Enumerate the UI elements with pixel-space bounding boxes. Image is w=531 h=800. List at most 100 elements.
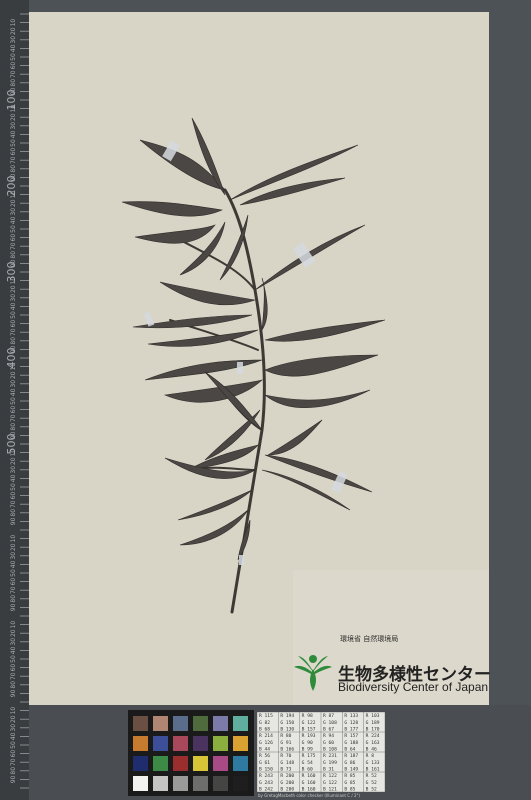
value-table-cell: G 52 (366, 780, 377, 786)
value-table-cell: R 98 (302, 713, 313, 719)
value-table-cell: B 130 (280, 727, 294, 733)
value-table-cell: R 157 (344, 733, 358, 739)
value-table-cell: B 73 (280, 767, 291, 773)
organization-name-english: Biodiversity Center of Japan (338, 680, 489, 694)
value-table-cell: B 85 (344, 787, 355, 793)
value-table-cell: R 231 (323, 753, 337, 759)
value-table-cell: B 108 (323, 747, 337, 753)
value-table-cell: B 52 (366, 787, 377, 793)
color-swatch (173, 756, 188, 771)
value-table-cell: R 85 (344, 773, 355, 779)
value-table-cell: G 54 (302, 760, 313, 766)
value-table-cell: G 108 (323, 720, 337, 726)
value-table-cell: G 85 (344, 780, 355, 786)
color-swatch (193, 756, 208, 771)
color-swatch (213, 776, 228, 791)
color-swatch (173, 716, 188, 731)
value-table-cell: G 163 (366, 740, 380, 746)
value-table-cell: G 82 (259, 720, 270, 726)
color-swatch (153, 736, 168, 751)
value-table-cell: B 60 (302, 767, 313, 773)
color-value-table: R 115 R 194 R 98 R 87 R 133 R 103 G 82 G 150 G 1… (257, 712, 385, 792)
value-table-cell: B 157 (302, 727, 316, 733)
value-table-cell: R 187 (344, 753, 358, 759)
value-table-cell: R 214 (259, 733, 273, 739)
value-table-cell: R 94 (323, 733, 334, 739)
value-table-cell: R 8 (366, 753, 375, 759)
color-swatch (193, 716, 208, 731)
value-table-cell: R 194 (280, 713, 294, 719)
color-swatch (133, 776, 148, 791)
value-table-cell: G 91 (280, 740, 291, 746)
value-table-cell: G 122 (302, 720, 316, 726)
value-table-cell: R 70 (280, 753, 291, 759)
value-table-cell: R 52 (366, 773, 377, 779)
color-swatch (133, 756, 148, 771)
value-table-cell: B 99 (302, 747, 313, 753)
value-table-cell: R 224 (366, 733, 380, 739)
value-table-grid: R 115 R 194 R 98 R 87 R 133 R 103 G 82 G 150 G 1… (257, 712, 385, 792)
value-table-cell: G 61 (259, 760, 270, 766)
value-table-cell: G 122 (323, 780, 337, 786)
value-table-cell: R 175 (302, 753, 316, 759)
color-swatch (173, 736, 188, 751)
value-table-cell: G 90 (302, 740, 313, 746)
value-table-cell: R 103 (366, 713, 380, 719)
color-swatch (233, 716, 248, 731)
value-table-cell: G 200 (280, 780, 294, 786)
value-table-cell: R 160 (302, 773, 316, 779)
value-table-cell: R 200 (280, 773, 294, 779)
value-table-cell: R 87 (323, 713, 334, 719)
value-table-cell: G 160 (302, 780, 316, 786)
value-table-cell: G 199 (323, 760, 337, 766)
color-swatch (153, 716, 168, 731)
color-swatch (213, 716, 228, 731)
value-table-cell: B 160 (302, 787, 316, 793)
value-table-cell: G 148 (280, 760, 294, 766)
color-checker-chart (128, 710, 254, 796)
color-swatch (213, 736, 228, 751)
value-table-cell: B 44 (259, 747, 270, 753)
value-table-cell: G 133 (366, 760, 380, 766)
value-table-cell: G 150 (280, 720, 294, 726)
value-table-cell: B 31 (323, 767, 334, 773)
color-swatch (233, 756, 248, 771)
value-table-cell: R 80 (280, 733, 291, 739)
color-swatch (213, 756, 228, 771)
value-table-cell: B 166 (280, 747, 294, 753)
value-table-cell: B 150 (259, 767, 273, 773)
value-table-cell: B 149 (344, 767, 358, 773)
value-table-cell: B 242 (259, 787, 273, 793)
color-swatch (193, 776, 208, 791)
color-swatch (173, 776, 188, 791)
value-table-cell: R 122 (323, 773, 337, 779)
value-table-cell: R 243 (259, 773, 273, 779)
value-table-cell: B 170 (366, 727, 380, 733)
color-swatch (133, 716, 148, 731)
value-table-cell: B 67 (323, 727, 334, 733)
value-table-cell: B 46 (366, 747, 377, 753)
value-table-cell: G 60 (323, 740, 334, 746)
value-table-cell: B 121 (323, 787, 337, 793)
value-table-cell: G 188 (344, 740, 358, 746)
value-table-cell: R 133 (344, 713, 358, 719)
plant-logo-icon (294, 655, 332, 691)
value-table-cell: G 86 (344, 760, 355, 766)
color-swatch (233, 736, 248, 751)
agency-name: 環境省 自然環境局 (340, 635, 399, 643)
color-swatch (233, 776, 248, 791)
color-swatch (153, 776, 168, 791)
color-chart-caption: by GretagMacbeth color checker (Illumina… (258, 793, 361, 798)
value-table-cell: G 128 (344, 720, 358, 726)
value-table-cell: R 193 (302, 733, 316, 739)
value-table-cell: R 115 (259, 713, 273, 719)
value-table-cell: B 68 (259, 727, 270, 733)
value-table-cell: R 56 (259, 753, 270, 759)
color-swatch (153, 756, 168, 771)
value-table-cell: B 177 (344, 727, 358, 733)
color-swatch (133, 736, 148, 751)
value-table-cell: G 243 (259, 780, 273, 786)
value-table-cell: G 189 (366, 720, 380, 726)
value-table-cell: G 126 (259, 740, 273, 746)
color-swatch (193, 736, 208, 751)
